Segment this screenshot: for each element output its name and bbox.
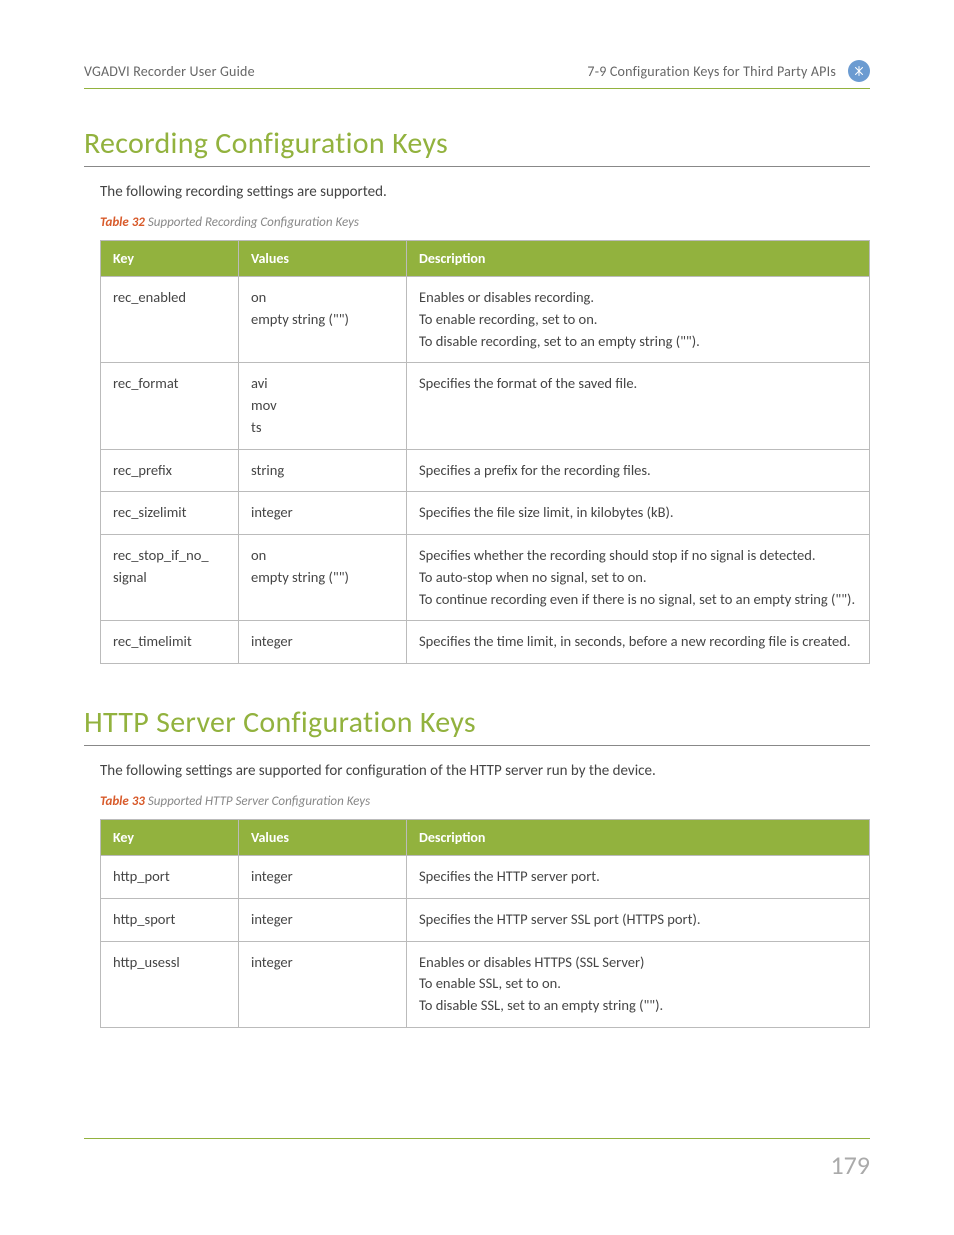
cell-values: onempty string ("")	[239, 535, 407, 621]
desc-line: Specifies the HTTP server SSL port (HTTP…	[419, 909, 857, 931]
cell-desc: Specifies the HTTP server SSL port (HTTP…	[407, 898, 870, 941]
desc-line: Enables or disables HTTPS (SSL Server)	[419, 952, 857, 974]
cell-desc: Specifies a prefix for the recording fil…	[407, 449, 870, 492]
value-line: integer	[251, 866, 394, 888]
table33-header-row: Key Values Description	[101, 820, 870, 856]
cell-key: http_usessl	[101, 941, 239, 1027]
cell-key: rec_sizelimit	[101, 492, 239, 535]
desc-line: Enables or disables recording.	[419, 287, 857, 309]
table33-desc: Supported HTTP Server Configuration Keys	[148, 794, 370, 809]
desc-line: Specifies the file size limit, in kiloby…	[419, 502, 857, 524]
table-row: http_usessl integer Enables or disables HT…	[101, 941, 870, 1027]
table32-desc: Supported Recording Configuration Keys	[148, 215, 359, 230]
desc-line: To enable SSL, set to on.	[419, 973, 857, 995]
value-line: empty string ("")	[251, 309, 394, 331]
cell-values: avimovts	[239, 363, 407, 449]
table-row: http_sport integer Specifies the HTTP serv…	[101, 898, 870, 941]
table-row: rec_stop_if_no_signalonempty string ("")…	[101, 535, 870, 621]
table32: Key Values Description rec_enabledonempt…	[100, 240, 870, 664]
footer-divider	[84, 1138, 870, 1139]
table-row: rec_formatavimovtsSpecifies the format o…	[101, 363, 870, 449]
table33: Key Values Description http_portintegerS…	[100, 819, 870, 1028]
col-key: Key	[101, 241, 239, 277]
header-left: VGADVI Recorder User Guide	[84, 63, 255, 80]
table-row: rec_enabledonempty string ("")Enables or…	[101, 277, 870, 363]
cell-values: onempty string ("")	[239, 277, 407, 363]
page-number: 179	[830, 1149, 870, 1181]
cell-key: rec_format	[101, 363, 239, 449]
table32-caption: Table 32 Supported Recording Configurati…	[100, 215, 870, 230]
cell-desc: Specifies the file size limit, in kiloby…	[407, 492, 870, 535]
desc-line: To auto-stop when no signal, set to on.	[419, 567, 857, 589]
desc-line: Specifies the format of the saved file.	[419, 373, 857, 395]
cell-desc: Enables or disables HTTPS (SSL Server)To…	[407, 941, 870, 1027]
col-values: Values	[239, 241, 407, 277]
cell-key: rec_stop_if_no_signal	[101, 535, 239, 621]
section1-intro: The following recording settings are sup…	[100, 183, 870, 201]
cell-values: integer	[239, 621, 407, 664]
value-line: avi	[251, 373, 394, 395]
value-line: integer	[251, 502, 394, 524]
cell-desc: Specifies the time limit, in seconds, be…	[407, 621, 870, 664]
desc-line: To enable recording, set to on.	[419, 309, 857, 331]
cell-key: http_port	[101, 856, 239, 899]
desc-line: To disable recording, set to an empty st…	[419, 331, 857, 353]
table32-header-row: Key Values Description	[101, 241, 870, 277]
table-row: http_port integer Specifies the HTTP serve…	[101, 856, 870, 899]
table-row: rec_sizelimit integer Specifies the file s…	[101, 492, 870, 535]
table32-label: Table 32	[100, 215, 145, 230]
cell-values: integer	[239, 856, 407, 899]
cell-values: integer	[239, 492, 407, 535]
cell-values: string	[239, 449, 407, 492]
cell-key: rec_enabled	[101, 277, 239, 363]
section-title-http: HTTP Server Configuration Keys	[84, 704, 870, 746]
value-line: mov	[251, 395, 394, 417]
cell-values: integer	[239, 898, 407, 941]
cell-key: http_sport	[101, 898, 239, 941]
table33-caption: Table 33 Supported HTTP Server Configura…	[100, 794, 870, 809]
value-line: integer	[251, 952, 394, 974]
cell-desc: Specifies whether the recording should s…	[407, 535, 870, 621]
header-right: 7-9 Configuration Keys for Third Party A…	[587, 63, 836, 80]
cell-desc: Enables or disables recording.To enable …	[407, 277, 870, 363]
table-row: rec_timelimit integer Specifies the time l…	[101, 621, 870, 664]
brand-badge-icon	[848, 60, 870, 82]
desc-line: Specifies a prefix for the recording fil…	[419, 460, 857, 482]
section-title-recording: Recording Configuration Keys	[84, 125, 870, 167]
desc-line: To continue recording even if there is n…	[419, 589, 857, 611]
desc-line: Specifies the time limit, in seconds, be…	[419, 631, 857, 653]
value-line: integer	[251, 909, 394, 931]
col-key: Key	[101, 820, 239, 856]
cell-key: rec_timelimit	[101, 621, 239, 664]
cell-values: integer	[239, 941, 407, 1027]
value-line: empty string ("")	[251, 567, 394, 589]
col-desc: Description	[407, 241, 870, 277]
value-line: ts	[251, 417, 394, 439]
col-desc: Description	[407, 820, 870, 856]
desc-line: To disable SSL, set to an empty string (…	[419, 995, 857, 1017]
desc-line: Specifies the HTTP server port.	[419, 866, 857, 888]
cell-desc: Specifies the format of the saved file.	[407, 363, 870, 449]
page-header: VGADVI Recorder User Guide 7-9 Configura…	[84, 60, 870, 89]
desc-line: Specifies whether the recording should s…	[419, 545, 857, 567]
value-line: string	[251, 460, 394, 482]
value-line: integer	[251, 631, 394, 653]
col-values: Values	[239, 820, 407, 856]
value-line: on	[251, 287, 394, 309]
table-row: rec_prefix string Specifies a prefix for t…	[101, 449, 870, 492]
header-right-wrap: 7-9 Configuration Keys for Third Party A…	[587, 60, 870, 82]
cell-key: rec_prefix	[101, 449, 239, 492]
section2-intro: The following settings are supported for…	[100, 762, 870, 780]
value-line: on	[251, 545, 394, 567]
table33-label: Table 33	[100, 794, 145, 809]
cell-desc: Specifies the HTTP server port.	[407, 856, 870, 899]
